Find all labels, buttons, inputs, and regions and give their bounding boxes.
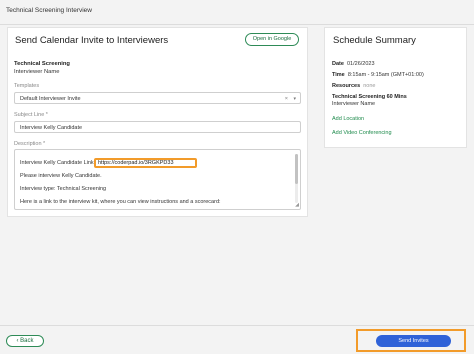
back-label: Back [20, 338, 34, 344]
subject-label: Subject Line * [14, 112, 48, 118]
time-value: 8:15am - 9:15am (GMT+01:00) [347, 72, 424, 78]
open-in-google-button[interactable]: Open in Google [245, 33, 299, 46]
interviewer-name: Interviewer Name [14, 69, 60, 75]
resize-handle-icon[interactable]: ◢ [295, 202, 299, 208]
event-title: Technical Screening 60 Mins [332, 94, 407, 100]
coderpad-link[interactable]: https://coderpad.io/3RGKPD33 [98, 160, 174, 166]
subject-input[interactable]: Interview Kelly Candidate [14, 121, 301, 133]
invite-panel: Send Calendar Invite to Interviewers Ope… [7, 27, 308, 217]
add-video-conferencing-link[interactable]: Add Video Conferencing [332, 130, 392, 136]
date-value: 01/26/2023 [346, 61, 375, 67]
description-label: Description * [14, 141, 46, 147]
description-textarea[interactable]: Interview Kelly Candidate Link: https://… [14, 149, 301, 210]
chevron-left-icon: ‹ [16, 338, 19, 344]
send-invites-button[interactable]: Send Invites [376, 335, 451, 347]
back-button[interactable]: ‹ Back [6, 335, 44, 347]
templates-label: Templates [14, 83, 40, 89]
description-line: Here is a link to the interview kit, whe… [20, 199, 221, 205]
window-title-bar: Technical Screening Interview [0, 0, 474, 25]
interview-name: Technical Screening [14, 61, 70, 67]
chevron-down-icon[interactable]: ▾ [293, 96, 296, 102]
summary-date: Date 01/26/2023 [332, 61, 375, 67]
event-interviewer: Interviewer Name [332, 101, 376, 107]
schedule-summary-panel: Schedule Summary Date 01/26/2023 Time 8:… [324, 27, 467, 148]
invite-heading: Send Calendar Invite to Interviewers [15, 35, 169, 46]
summary-heading: Schedule Summary [333, 35, 416, 46]
description-scroll-thumb[interactable] [295, 154, 298, 184]
description-link-highlight: https://coderpad.io/3RGKPD33 [94, 158, 197, 168]
time-label: Time [332, 72, 345, 78]
description-line: Interview type: Technical Screening [20, 186, 107, 192]
footer-bar: ‹ Back Send Invites [0, 325, 474, 354]
template-value: Default Interviewer Invite [20, 96, 81, 102]
clear-icon[interactable]: × [285, 96, 288, 102]
date-label: Date [332, 61, 344, 67]
subject-value: Interview Kelly Candidate [20, 125, 83, 131]
add-location-link[interactable]: Add Location [332, 116, 364, 122]
resources-value: none [363, 83, 376, 89]
summary-resources: Resources none [332, 83, 375, 89]
summary-time: Time 8:15am - 9:15am (GMT+01:00) [332, 72, 424, 78]
resources-label: Resources [332, 83, 361, 89]
description-prefix: Interview Kelly Candidate Link: [20, 160, 96, 166]
window-title: Technical Screening Interview [6, 7, 92, 14]
description-line: Please interview Kelly Candidate. [20, 173, 102, 179]
template-select[interactable]: Default Interviewer Invite × ▾ [14, 92, 301, 104]
